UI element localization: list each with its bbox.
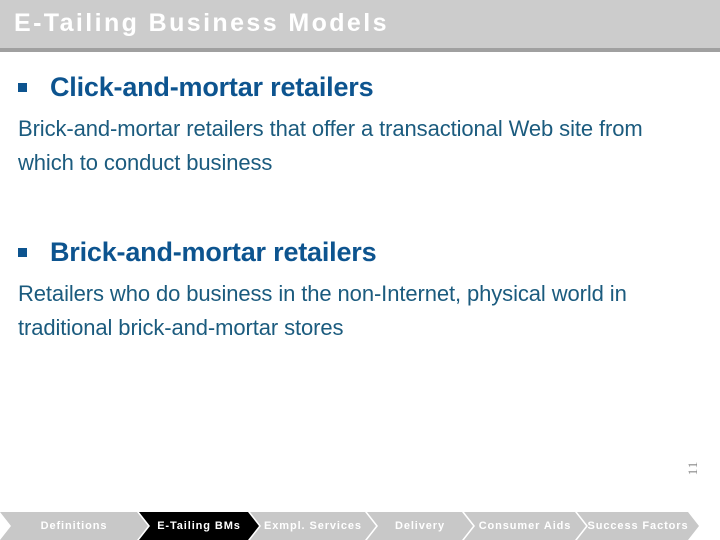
slide: E-Tailing Business Models Click-and-mort… xyxy=(0,0,720,540)
bullet-body-text: Retailers who do business in the non-Int… xyxy=(18,281,627,340)
nav-tab-label: Success Factors xyxy=(587,520,689,532)
page-title: E-Tailing Business Models xyxy=(14,9,389,37)
square-bullet-icon xyxy=(18,248,27,257)
nav-tab-etailing-bms[interactable]: E-Tailing BMs xyxy=(139,512,259,540)
nav-tab-label: Delivery xyxy=(394,520,445,532)
footer-navigation: Definitions E-Tailing BMs Exmpl. Service… xyxy=(0,512,720,540)
page-number: 11 xyxy=(685,460,700,476)
nav-tab-label: E-Tailing BMs xyxy=(157,520,241,532)
nav-tab-label: Definitions xyxy=(40,520,108,532)
bullet-heading: Brick-and-mortar retailers xyxy=(50,237,377,267)
content-block: Brick-and-mortar retailers Retailers who… xyxy=(0,235,720,345)
nav-tab-delivery[interactable]: Delivery xyxy=(367,512,473,540)
nav-tab-success-factors[interactable]: Success Factors xyxy=(577,512,699,540)
bullet-row: Click-and-mortar retailers xyxy=(0,70,720,106)
square-bullet-icon xyxy=(18,83,27,92)
slide-header: E-Tailing Business Models xyxy=(0,0,720,48)
nav-tab-definitions[interactable]: Definitions xyxy=(0,512,148,540)
bullet-row: Brick-and-mortar retailers xyxy=(0,235,720,271)
nav-tab-consumer-aids[interactable]: Consumer Aids xyxy=(464,512,586,540)
nav-tab-label: Consumer Aids xyxy=(478,520,572,532)
content-block: Click-and-mortar retailers Brick-and-mor… xyxy=(0,70,720,180)
slide-body: Click-and-mortar retailers Brick-and-mor… xyxy=(0,52,720,492)
nav-tab-label: Exmpl. Services xyxy=(264,520,362,532)
bullet-heading: Click-and-mortar retailers xyxy=(50,72,374,102)
nav-tab-exmpl-services[interactable]: Exmpl. Services xyxy=(250,512,376,540)
bullet-body-text: Brick-and-mortar retailers that offer a … xyxy=(18,116,643,175)
